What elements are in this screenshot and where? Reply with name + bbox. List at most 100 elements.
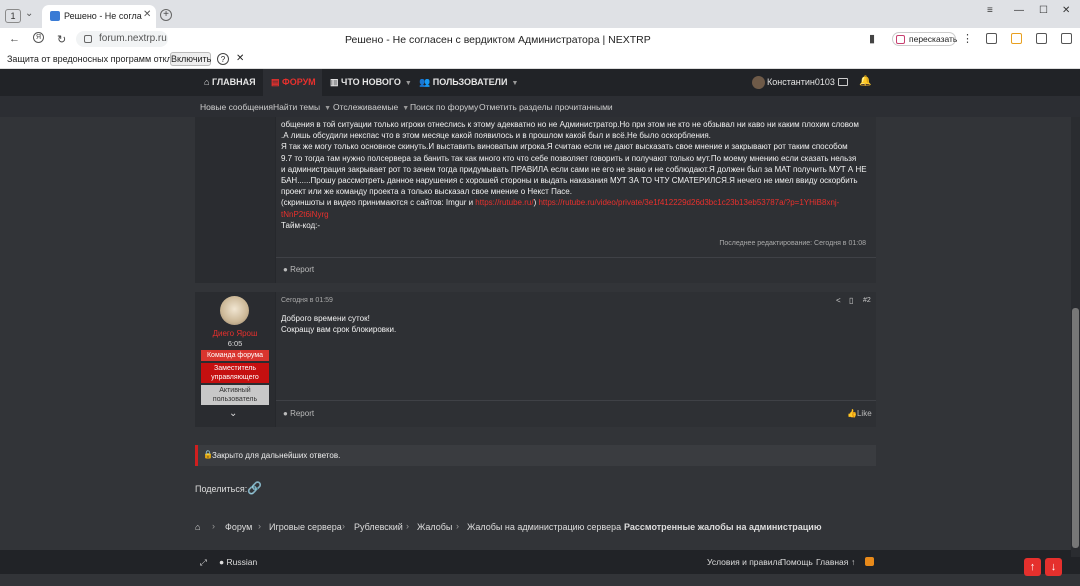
nav-members[interactable]: 👥 ПОЛЬЗОВАТЕЛИ ▼	[419, 69, 518, 96]
scrollbar-thumb[interactable]	[1072, 308, 1079, 548]
nav-home[interactable]: ⌂ ГЛАВНАЯ	[204, 69, 256, 96]
link-icon[interactable]: 🔗	[247, 481, 262, 495]
scroll-bottom-button[interactable]: ↓	[1045, 558, 1062, 576]
flag-icon: ●	[283, 409, 291, 418]
post-2-user-pane: Диего Ярош 6:05 Команда форума Заместите…	[195, 292, 275, 427]
post-2-body: Доброго времени суток! Сокращу вам срок …	[281, 313, 396, 335]
nav-members-label: ПОЛЬЗОВАТЕЛИ	[432, 77, 508, 87]
browser-tab-strip: 1 ⌄ Решено - Не согласен с ✕ + ≡ — ☐ ✕	[0, 0, 1080, 28]
page-title: Решено - Не согласен с вердиктом Админис…	[345, 34, 651, 46]
bookmark-icon[interactable]: ▮	[869, 32, 875, 45]
subnav-find-threads[interactable]: Найти темы ▼	[273, 102, 331, 112]
retell-label: пересказать	[909, 34, 958, 44]
breadcrumb-home-icon[interactable]: ⌂	[195, 522, 200, 532]
collections-icon[interactable]	[1036, 33, 1047, 44]
post-line: .А лишь обсудили некспас что в этом меся…	[281, 131, 711, 141]
closed-text: Закрыто для дальнейших ответов.	[212, 451, 341, 460]
new-tab-button[interactable]: +	[160, 9, 172, 21]
post-line: проект или же команду проекта а только в…	[281, 187, 572, 197]
sub-nav: Новые сообщения Найти темы ▼ Отслеживаемы…	[0, 96, 1080, 117]
share-icon[interactable]: <	[836, 296, 841, 305]
subnav-new-posts[interactable]: Новые сообщения	[200, 102, 273, 112]
site-nav: ⌂ ГЛАВНАЯ ▤ ФОРУМ ▥ ЧТО НОВОГО ▼ 👥 ПОЛЬЗО…	[0, 69, 1080, 96]
reload-icon[interactable]: ↻	[57, 33, 66, 46]
breadcrumb-item[interactable]: Жалобы на администрацию сервера	[467, 522, 621, 532]
scroll-top-button[interactable]: ↑	[1024, 558, 1041, 576]
report-label: Report	[290, 265, 315, 274]
url-text: forum.nextrp.ru	[99, 33, 167, 44]
rutube-link[interactable]: https://rutube.ru/	[475, 198, 533, 207]
footer-home[interactable]: Главная	[816, 557, 848, 567]
evidence-line: (скриншоты и видео принимаются с сайтов:…	[281, 197, 876, 208]
favicon-icon	[50, 11, 60, 21]
post-line: Сокращу вам срок блокировки.	[281, 325, 397, 335]
post-line: Я так же могу только основное скинуть.И …	[281, 142, 848, 152]
timecode: Тайм-код:-	[281, 220, 321, 230]
flag-icon: ●	[283, 265, 291, 274]
report-label: Report	[290, 409, 315, 418]
arrow-up-icon[interactable]: ↑	[851, 557, 855, 567]
subnav-watched[interactable]: Отслеживаемые ▼	[333, 102, 409, 112]
more-icon[interactable]: ⋮	[962, 32, 973, 45]
subnav-search[interactable]: Поиск по форуму	[410, 102, 478, 112]
bookmark-icon[interactable]: ▯	[849, 296, 853, 305]
nav-whats-new[interactable]: ▥ ЧТО НОВОГО ▼	[330, 69, 412, 96]
video-link-tail-text[interactable]: tNnP2t6iNyrg	[281, 210, 329, 219]
close-tab-icon[interactable]: ✕	[143, 9, 151, 20]
bell-icon[interactable]: 🔔	[859, 76, 871, 87]
like-button[interactable]: 👍Like	[847, 409, 872, 418]
post-number[interactable]: #2	[863, 297, 871, 304]
footer-terms[interactable]: Условия и правила	[707, 557, 782, 567]
retell-icon	[896, 35, 905, 44]
breadcrumb-sep: ›	[456, 521, 459, 531]
protect-icon[interactable]: Я	[33, 32, 44, 43]
breadcrumb-sep: ›	[613, 521, 616, 531]
language-chooser[interactable]: ● Russian	[219, 557, 257, 567]
extension-icon[interactable]	[1011, 33, 1022, 44]
language-label: Russian	[226, 557, 258, 567]
post-1: общения в той ситуации только игроки отн…	[195, 117, 876, 283]
post-author[interactable]: Диего Ярош	[195, 329, 275, 338]
subnav-mark-read[interactable]: Отметить разделы прочитанными	[479, 102, 613, 112]
back-icon[interactable]: ←	[9, 33, 20, 45]
retell-button[interactable]: пересказать	[892, 32, 958, 46]
video-link-tail[interactable]: tNnP2t6iNyrg	[281, 209, 876, 220]
breadcrumb-item[interactable]: Жалобы	[417, 522, 452, 532]
expand-icon[interactable]: ⤢	[200, 557, 207, 568]
menu-icon[interactable]: ≡	[987, 5, 993, 16]
watched-label: Отслеживаемые	[333, 102, 399, 112]
avatar[interactable]	[752, 76, 765, 89]
post-line: общения в той ситуации только игроки отн…	[281, 120, 859, 129]
report-button[interactable]: ● Report	[283, 265, 314, 274]
downloads-icon[interactable]	[1061, 33, 1072, 44]
tab-counter[interactable]: 1	[5, 9, 21, 23]
post-line: и администрация закрывает рот то зачем т…	[281, 164, 867, 174]
url-field[interactable]: forum.nextrp.ru	[76, 31, 168, 47]
post-date[interactable]: Сегодня в 01:59	[281, 297, 333, 304]
close-warning-icon[interactable]: ✕	[236, 53, 244, 64]
qr-icon[interactable]	[986, 33, 997, 44]
chevron-down-icon[interactable]: ⌄	[25, 8, 33, 19]
avatar[interactable]	[220, 296, 249, 325]
maximize-icon[interactable]: ☐	[1039, 5, 1048, 16]
nav-forums[interactable]: ▤ ФОРУМ	[263, 69, 322, 96]
report-button[interactable]: ● Report	[283, 409, 314, 418]
video-link[interactable]: https://rutube.ru/video/private/3e1f4122…	[538, 198, 839, 207]
help-icon[interactable]: ?	[217, 53, 229, 65]
breadcrumb-current: Рассмотренные жалобы на администрацию	[624, 522, 822, 532]
enable-button[interactable]: Включить	[170, 52, 211, 66]
footer-help[interactable]: Помощь	[780, 557, 813, 567]
chevron-down-icon[interactable]: ⌄	[229, 408, 237, 419]
inbox-icon[interactable]	[838, 78, 848, 86]
breadcrumb-item[interactable]: Рублевский	[354, 522, 403, 532]
user-menu[interactable]: Константин0103	[767, 69, 835, 96]
badge-active-user: Активный пользователь	[201, 385, 269, 405]
close-window-icon[interactable]: ✕	[1062, 5, 1070, 16]
minimize-icon[interactable]: —	[1014, 5, 1024, 16]
browser-tab[interactable]: Решено - Не согласен с ✕	[42, 5, 156, 28]
rss-icon[interactable]	[865, 557, 874, 566]
breadcrumb-item[interactable]: Игровые сервера	[269, 522, 342, 532]
breadcrumb-item[interactable]: Форум	[225, 522, 252, 532]
nav-home-label: ГЛАВНАЯ	[211, 77, 256, 87]
divider	[276, 400, 876, 401]
